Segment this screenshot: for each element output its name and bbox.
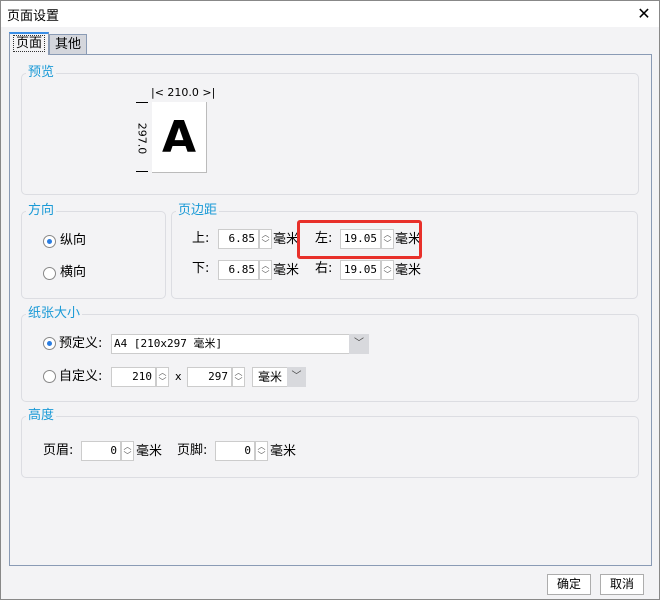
paper-size-label: 纸张大小 — [26, 306, 83, 322]
width-dimension: |< 210.0 >| — [151, 86, 216, 99]
unit-select[interactable]: 毫米 — [252, 367, 288, 387]
right-margin-label: 右: — [315, 261, 333, 276]
width-text: 210.0 — [167, 86, 199, 99]
height-dimension: 297.0 — [135, 102, 149, 172]
top-margin-input[interactable]: 6.85 — [218, 229, 259, 249]
custom-radio[interactable] — [43, 370, 56, 383]
footer-input[interactable]: 0 — [215, 441, 255, 461]
custom-height-input[interactable]: 297 — [187, 367, 232, 387]
header-label: 页眉: — [43, 443, 74, 458]
page-setup-dialog: 页面设置 ✕ 页面 其他 预览 |< 210.0 >| 297.0 A 方向 纵… — [0, 0, 660, 600]
height-text: 297.0 — [135, 122, 149, 155]
paper-size-group: 纸张大小 — [21, 306, 639, 402]
custom-width-spinner[interactable]: ︿ ﹀ — [156, 367, 169, 387]
ok-button[interactable]: 确定 — [547, 574, 591, 595]
cancel-button[interactable]: 取消 — [600, 574, 644, 595]
tab-page-label: 页面 — [12, 35, 45, 52]
landscape-label: 横向 — [60, 265, 87, 280]
chevron-down-icon[interactable]: ﹀ — [349, 334, 369, 354]
custom-width-input[interactable]: 210 — [111, 367, 156, 387]
highlight-box — [297, 220, 422, 259]
footer-unit: 毫米 — [270, 444, 297, 459]
footer-label: 页脚: — [177, 443, 208, 458]
custom-label: 自定义: — [59, 369, 103, 384]
orientation-label: 方向 — [26, 203, 57, 219]
header-input[interactable]: 0 — [81, 441, 121, 461]
preview-label: 预览 — [26, 65, 57, 81]
portrait-radio[interactable] — [43, 235, 56, 248]
chevron-down-icon[interactable]: ﹀ — [287, 367, 306, 387]
header-unit: 毫米 — [136, 444, 163, 459]
landscape-radio[interactable] — [43, 267, 56, 280]
tab-other[interactable]: 其他 — [49, 34, 87, 54]
title-bar: 页面设置 ✕ — [1, 1, 659, 27]
close-icon[interactable]: ✕ — [633, 3, 655, 25]
paper-size-select[interactable]: A4 [210x297 毫米] — [111, 334, 351, 354]
top-margin-label: 上: — [192, 231, 210, 246]
bottom-margin-input[interactable]: 6.85 — [218, 260, 259, 280]
orientation-group: 方向 — [21, 203, 166, 299]
tab-page[interactable]: 页面 — [9, 32, 49, 55]
dialog-title: 页面设置 — [7, 9, 60, 24]
header-spinner[interactable]: ︿ ﹀ — [121, 441, 134, 461]
times-sign: x — [175, 370, 182, 383]
top-margin-spinner[interactable]: ︿ ﹀ — [259, 229, 272, 249]
preview-group: 预览 — [21, 65, 639, 195]
right-margin-input[interactable]: 19.05 — [340, 260, 381, 280]
right-margin-unit: 毫米 — [395, 263, 422, 278]
custom-height-spinner[interactable]: ︿ ﹀ — [232, 367, 245, 387]
predefined-radio[interactable] — [43, 337, 56, 350]
page-preview: A — [152, 102, 207, 173]
bottom-margin-label: 下: — [192, 261, 210, 276]
margins-label: 页边距 — [176, 203, 220, 219]
bottom-margin-spinner[interactable]: ︿ ﹀ — [259, 260, 272, 280]
portrait-label: 纵向 — [60, 233, 87, 248]
bottom-margin-unit: 毫米 — [273, 263, 300, 278]
top-margin-unit: 毫米 — [273, 232, 300, 247]
predefined-label: 预定义: — [59, 336, 103, 351]
footer-spinner[interactable]: ︿ ﹀ — [255, 441, 268, 461]
height-label: 高度 — [26, 408, 57, 424]
right-margin-spinner[interactable]: ︿ ﹀ — [381, 260, 394, 280]
